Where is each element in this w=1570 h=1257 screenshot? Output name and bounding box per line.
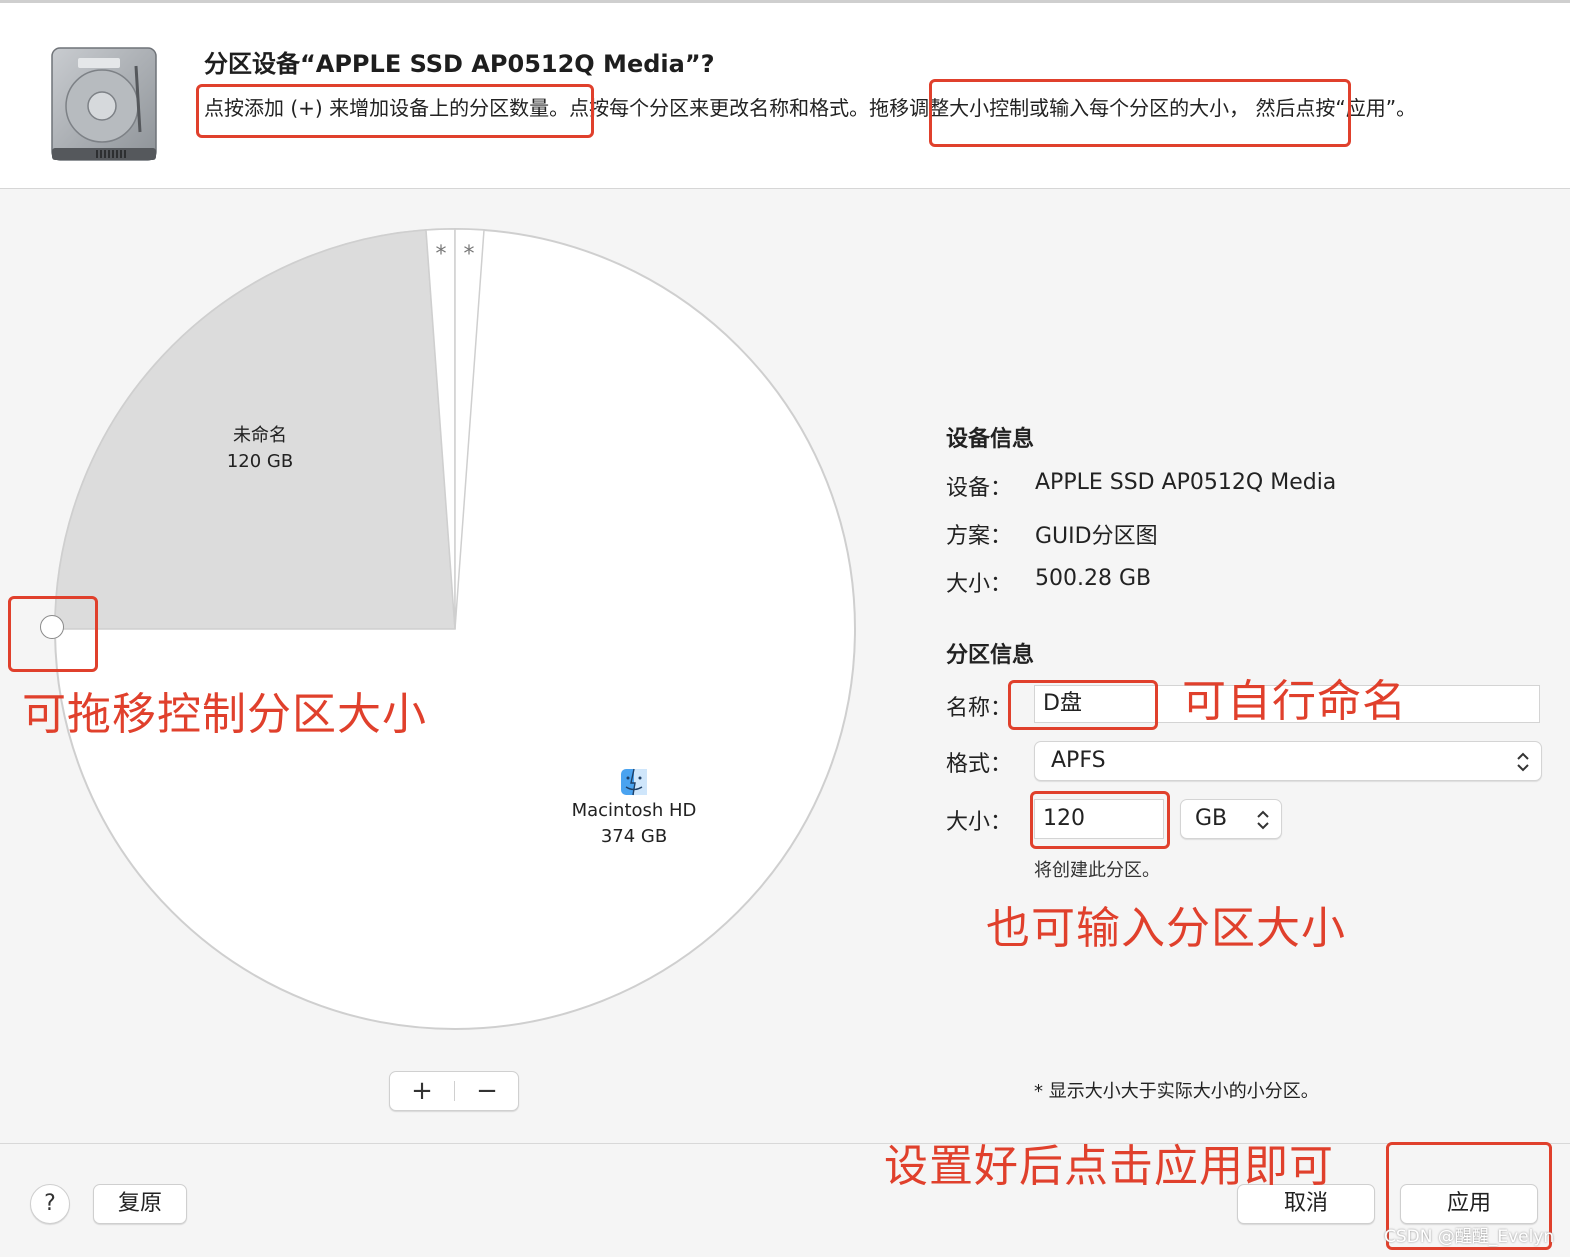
partition-hint: 将创建此分区。 — [1034, 860, 1160, 881]
help-button[interactable]: ? — [30, 1184, 70, 1224]
device-size-label: 大小： — [946, 572, 1013, 597]
annotation-box-name — [1008, 680, 1158, 730]
unit-select-value: GB — [1195, 806, 1228, 831]
scheme-label: 方案： — [946, 524, 1013, 549]
pie-small-1-star: * — [436, 242, 447, 267]
remove-partition-button[interactable]: − — [455, 1072, 519, 1110]
annotation-input-size-text: 也可输入分区大小 — [986, 903, 1346, 954]
pie-label-untitled-size: 120 GB — [226, 451, 294, 472]
small-partition-footnote: * 显示大小大于实际大小的小分区。 — [1034, 1081, 1319, 1102]
pie-small-2-star: * — [464, 242, 475, 267]
device-label: 设备： — [946, 476, 1013, 501]
format-select-value: APFS — [1051, 748, 1106, 773]
partition-pie-chart[interactable]: * * — [0, 189, 900, 1069]
annotation-box-resize-hint — [929, 79, 1351, 147]
device-size-value: 500.28 GB — [1035, 566, 1152, 591]
hard-disk-icon — [51, 47, 157, 161]
pie-label-macintosh-hd: Macintosh HD 374 GB — [554, 798, 714, 850]
partition-info-heading: 分区信息 — [946, 643, 1035, 668]
device-value: APPLE SSD AP0512Q Media — [1035, 470, 1337, 495]
pie-label-macintosh-hd-name: Macintosh HD — [571, 800, 697, 821]
partition-format-label: 格式： — [946, 752, 1013, 777]
desc-part-2: 点按每个分区来更改名称和格式。 — [569, 96, 870, 120]
device-info-heading: 设备信息 — [946, 427, 1035, 452]
csdn-watermark: CSDN @醒醒_Evelyn — [1384, 1227, 1555, 1247]
annotation-box-add-hint — [196, 84, 594, 138]
scheme-value: GUID分区图 — [1035, 524, 1158, 549]
partition-name-label: 名称： — [946, 696, 1013, 721]
size-unit-select[interactable]: GB — [1180, 799, 1282, 839]
revert-button[interactable]: 复原 — [93, 1184, 187, 1224]
window-top-edge — [0, 0, 1570, 3]
partition-size-label: 大小： — [946, 810, 1013, 835]
annotation-apply-text: 设置好后点击应用即可 — [884, 1141, 1334, 1192]
updown-chevron-icon — [1257, 810, 1269, 830]
updown-chevron-icon — [1517, 752, 1529, 772]
finder-icon — [621, 768, 647, 796]
add-remove-segmented-control: + − — [389, 1071, 519, 1111]
annotation-box-size — [1030, 791, 1170, 849]
pie-label-untitled: 未命名 120 GB — [200, 423, 320, 475]
dialog-title: 分区设备“APPLE SSD AP0512Q Media”? — [204, 50, 715, 78]
pie-label-macintosh-hd-size: 374 GB — [600, 826, 668, 847]
annotation-rename-text: 可自行命名 — [1182, 676, 1407, 727]
annotation-drag-text: 可拖移控制分区大小 — [22, 689, 427, 740]
add-partition-button[interactable]: + — [390, 1072, 454, 1110]
annotation-box-drag-handle — [8, 596, 98, 672]
partition-format-select[interactable]: APFS — [1034, 741, 1542, 781]
pie-label-untitled-name: 未命名 — [233, 425, 287, 446]
